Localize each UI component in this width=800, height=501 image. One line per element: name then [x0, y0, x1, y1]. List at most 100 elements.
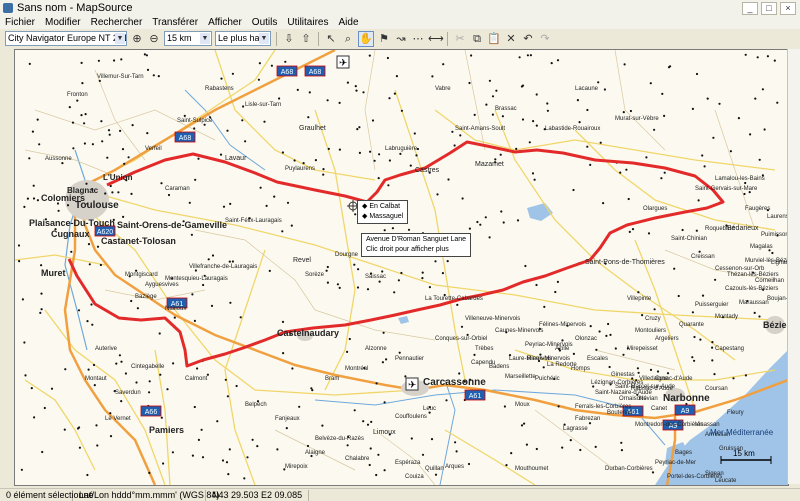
poi-dot: [346, 444, 349, 447]
poi-dot: [207, 258, 210, 261]
cut-icon[interactable]: ✂: [453, 32, 467, 46]
zoom-out-icon[interactable]: ⊖: [147, 32, 161, 46]
place-label: Verfeil: [145, 146, 162, 152]
poi-dot: [290, 224, 293, 227]
poi-dot: [308, 91, 311, 94]
track-tool-icon[interactable]: ⋯: [411, 32, 425, 46]
poi-dot: [28, 62, 31, 65]
poi-dot: [20, 468, 23, 471]
undo-icon[interactable]: ↶: [521, 32, 535, 46]
poi-dot: [307, 116, 310, 119]
menu-fichier[interactable]: Fichier: [0, 16, 40, 29]
route-shield-label: A68: [309, 69, 322, 76]
poi-dot: [695, 229, 698, 232]
detail-select[interactable]: Le plus haut ▼: [215, 31, 271, 46]
place-label: Peyriac-de-Mer: [655, 460, 696, 466]
poi-dot: [501, 115, 504, 118]
distance-tool-icon[interactable]: ⟷: [428, 32, 444, 46]
place-label: Espéraza: [395, 460, 421, 466]
copy-icon[interactable]: ⧉: [470, 32, 484, 46]
chevron-down-icon: ▼: [115, 33, 125, 44]
maximize-button[interactable]: □: [761, 2, 777, 15]
poi-dot: [468, 81, 471, 85]
zoom-tool-icon[interactable]: ⌕: [341, 32, 355, 46]
poi-dot: [502, 221, 505, 224]
place-label: La Redorte: [547, 362, 577, 368]
place-label: Argeliers: [655, 336, 679, 342]
route-tool-icon[interactable]: ↝: [394, 32, 408, 46]
poi-dot: [712, 136, 715, 139]
poi-dot: [533, 178, 536, 181]
scale-select-value: 15 km: [167, 33, 192, 43]
poi-dot: [399, 152, 402, 155]
send-to-device-icon[interactable]: ⇧: [299, 32, 313, 46]
place-label: Cruzy: [645, 316, 661, 322]
popup-item[interactable]: ◆ En Calbat: [362, 202, 403, 212]
poi-dot: [354, 213, 357, 216]
map-popup-list[interactable]: ◆ En Calbat ◆ Massaguel: [357, 200, 409, 224]
poi-dot: [706, 97, 709, 100]
popup-item[interactable]: ◆ Massaguel: [362, 212, 403, 222]
poi-dot: [100, 120, 103, 123]
poi-dot: [63, 428, 66, 431]
poi-dot: [285, 427, 288, 430]
poi-dot: [306, 444, 310, 448]
poi-dot: [603, 88, 607, 91]
poi-dot: [286, 201, 290, 204]
place-label: Conques-sur-Orbiel: [435, 336, 487, 342]
scale-select[interactable]: 15 km ▼: [164, 31, 212, 46]
waypoint-tool-icon[interactable]: ⚑: [377, 32, 391, 46]
route-shield-label: A61: [469, 393, 482, 400]
map-view[interactable]: A68 A68 A68 A620 A61 A66 A61 A61 A9 A9 Villemur-S…: [14, 49, 789, 486]
poi-dot: [625, 168, 628, 171]
menu-transferer[interactable]: Transférer: [147, 16, 203, 29]
poi-dot: [761, 88, 765, 91]
poi-dot: [322, 173, 325, 176]
route-shield: A68: [174, 131, 196, 143]
poi-dot: [322, 168, 325, 171]
poi-dot: [737, 117, 741, 120]
poi-dot: [588, 422, 592, 425]
map-popup-address[interactable]: Avenue D'Roman Sanguet Lane Clic droit p…: [361, 233, 472, 257]
close-button[interactable]: ×: [780, 2, 796, 15]
sea-label: Mer Méditerranée: [710, 428, 774, 437]
hand-tool-icon[interactable]: ✋: [358, 30, 374, 47]
receive-from-device-icon[interactable]: ⇩: [282, 32, 296, 46]
place-label: Saint-Amans-Soult: [455, 126, 505, 132]
paste-icon[interactable]: 📋: [487, 32, 501, 46]
menu-aide[interactable]: Aide: [333, 16, 363, 29]
menu-utilitaires[interactable]: Utilitaires: [282, 16, 333, 29]
place-label: Saverdun: [115, 390, 141, 396]
poi-dot: [41, 450, 44, 454]
place-label: Peyriac-Minervois: [525, 342, 573, 348]
route-shield: A9: [674, 404, 696, 416]
poi-dot: [326, 265, 329, 269]
minimize-button[interactable]: _: [742, 2, 758, 15]
poi-dot: [458, 372, 461, 375]
map-canvas[interactable]: A68 A68A68A620A61A66A61A61 A9A9 Villemur-S…: [15, 50, 788, 485]
menu-afficher[interactable]: Afficher: [203, 16, 247, 29]
poi-dot: [375, 473, 378, 477]
poi-dot: [623, 63, 626, 66]
poi-dot: [167, 193, 171, 197]
delete-icon[interactable]: ✕: [504, 32, 518, 46]
poi-dot: [627, 197, 630, 201]
poi-dot: [119, 129, 122, 132]
poi-dot: [460, 325, 464, 328]
menu-modifier[interactable]: Modifier: [40, 16, 86, 29]
menu-rechercher[interactable]: Rechercher: [86, 16, 148, 29]
zoom-in-icon[interactable]: ⊕: [130, 32, 144, 46]
poi-dot: [660, 177, 663, 180]
menu-outils[interactable]: Outils: [247, 16, 283, 29]
product-select[interactable]: City Navigator Europe NT 2011.4 ▼: [5, 31, 127, 46]
poi-dot: [413, 132, 416, 135]
poi-dot: [221, 459, 225, 462]
redo-icon[interactable]: ↷: [538, 32, 552, 46]
poi-dot: [225, 461, 229, 464]
place-label: Labruguière: [385, 146, 418, 152]
selection-tool-icon[interactable]: ↖: [324, 32, 338, 46]
vertical-scrollbar[interactable]: [787, 49, 800, 484]
poi-dot: [256, 445, 259, 448]
poi-dot: [661, 92, 664, 95]
place-label: Villefranche-de-Lauragais: [189, 264, 257, 270]
